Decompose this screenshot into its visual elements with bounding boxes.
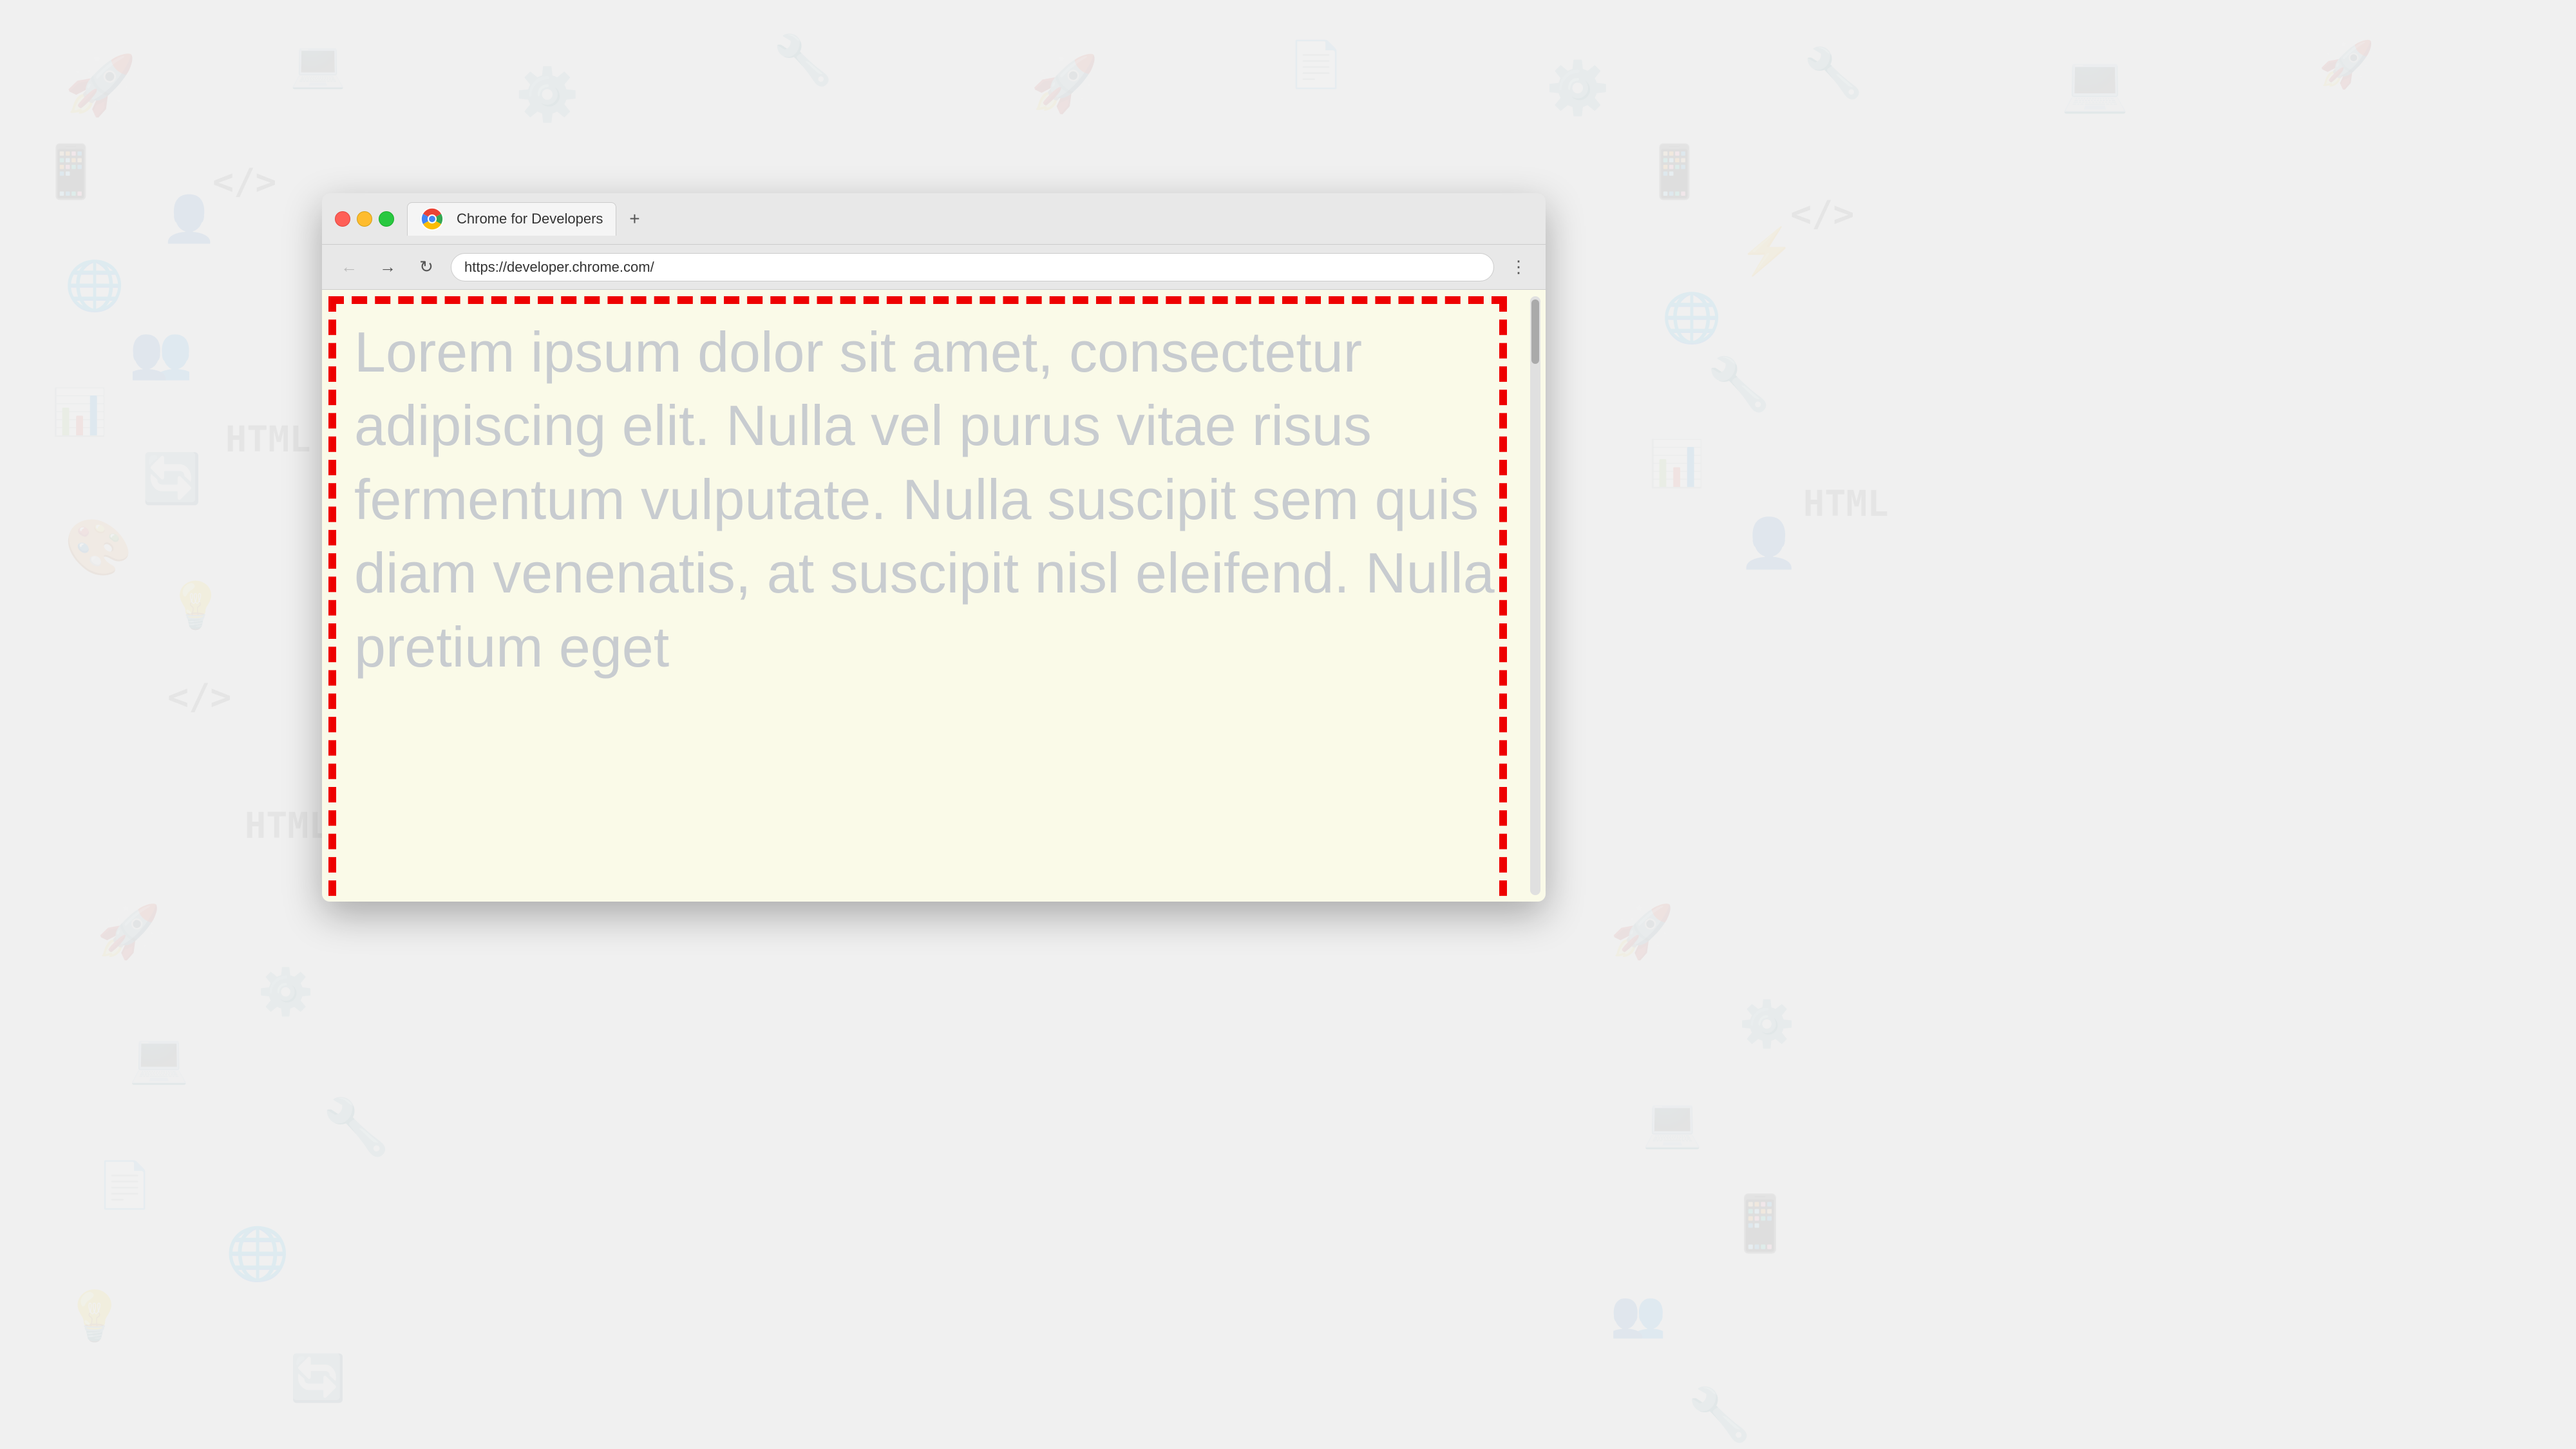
deco-html-tag: </> [1790, 193, 1854, 234]
tab-area: Chrome for Developers + [407, 202, 1533, 236]
deco-icon: 🔧 [322, 1095, 390, 1159]
deco-icon: 🔧 [1687, 1385, 1752, 1445]
deco-icon: 📱 [1726, 1191, 1794, 1256]
deco-icon: 💻 [1642, 1095, 1702, 1151]
deco-icon: 👥 [129, 322, 193, 383]
new-tab-button[interactable]: + [621, 206, 647, 232]
deco-icon: 🔄 [142, 451, 202, 507]
deco-icon: 🔧 [1707, 354, 1771, 415]
deco-icon: 📊 [1649, 438, 1705, 491]
deco-icon: 🌐 [1662, 290, 1721, 346]
back-button[interactable]: ← [335, 253, 363, 281]
deco-icon: 👤 [161, 193, 217, 246]
title-bar: Chrome for Developers + [322, 193, 1546, 245]
deco-icon: 💻 [129, 1030, 189, 1087]
deco-icon: 💻 [2061, 52, 2129, 116]
deco-html-tag: </> [213, 161, 276, 202]
page-content: Lorem ipsum dolor sit amet, consectetur … [322, 290, 1546, 902]
deco-icon: ⚙️ [515, 64, 580, 125]
deco-icon: 🔄 [290, 1352, 346, 1405]
deco-icon: ⚙️ [1739, 998, 1795, 1051]
url-text: https://developer.chrome.com/ [464, 259, 654, 276]
deco-icon: 📱 [39, 142, 103, 202]
active-tab[interactable]: Chrome for Developers [407, 202, 616, 236]
deco-icon: 🔧 [1803, 45, 1863, 102]
minimize-button[interactable] [357, 211, 372, 227]
deco-icon: ⚙️ [258, 966, 314, 1019]
address-bar[interactable]: https://developer.chrome.com/ [451, 253, 1494, 281]
scrollbar[interactable] [1530, 296, 1540, 895]
deco-html-tag: HTML [245, 805, 330, 846]
deco-icon: 💡 [64, 1288, 124, 1345]
deco-icon: 🌐 [225, 1224, 290, 1284]
deco-icon: 👤 [1739, 515, 1799, 572]
deco-icon: 🚀 [2318, 39, 2374, 91]
deco-icon: 🚀 [1610, 902, 1674, 962]
traffic-lights [335, 211, 394, 227]
tab-title: Chrome for Developers [457, 211, 603, 227]
browser-window: Chrome for Developers + ← → ↻ https://de… [322, 193, 1546, 902]
forward-button[interactable]: → [374, 253, 402, 281]
lorem-ipsum-text: Lorem ipsum dolor sit amet, consectetur … [322, 290, 1546, 710]
deco-icon: 💡 [167, 580, 223, 632]
deco-icon: 🚀 [97, 902, 161, 962]
deco-icon: 🎨 [64, 515, 133, 580]
scrollbar-thumb[interactable] [1531, 299, 1539, 364]
maximize-button[interactable] [379, 211, 394, 227]
deco-icon: 🌐 [64, 258, 124, 314]
deco-icon: 📊 [52, 386, 108, 439]
deco-icon: 📄 [97, 1159, 153, 1212]
deco-icon: 🔧 [773, 32, 833, 89]
browser-menu-button[interactable]: ⋮ [1504, 253, 1533, 281]
deco-icon: 🚀 [64, 52, 137, 119]
reload-button[interactable]: ↻ [412, 253, 440, 281]
deco-icon: 👥 [1610, 1288, 1666, 1341]
deco-icon: 📱 [1642, 142, 1707, 202]
deco-icon: 💻 [290, 39, 346, 91]
chrome-logo-icon [421, 207, 444, 231]
deco-html-tag: HTML [225, 419, 310, 460]
deco-icon: ⚙️ [1546, 58, 1610, 118]
close-button[interactable] [335, 211, 350, 227]
deco-html-tag: </> [167, 676, 231, 717]
navigation-bar: ← → ↻ https://developer.chrome.com/ ⋮ [322, 245, 1546, 290]
deco-icon: ⚡ [1739, 225, 1795, 278]
deco-html-tag: HTML [1803, 483, 1888, 524]
deco-icon: 🚀 [1030, 52, 1099, 116]
deco-icon: 📄 [1288, 39, 1344, 91]
